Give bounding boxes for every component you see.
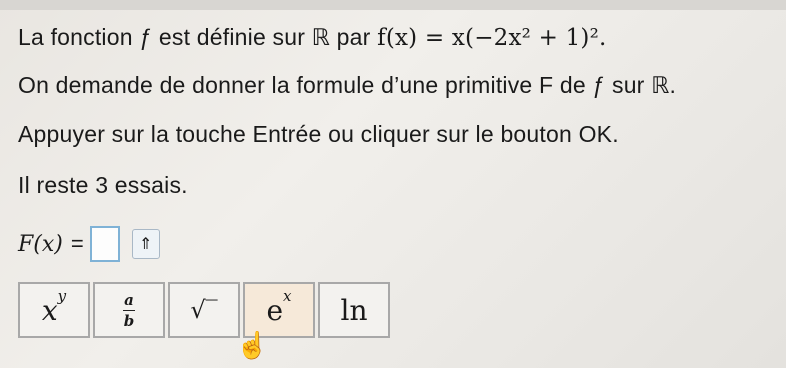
problem-line-1-text: La fonction ƒ est définie sur ℝ par [18,24,378,50]
power-exponent: y [57,287,67,305]
hand-cursor-icon: ☝ [236,330,269,360]
power-base: x [41,293,58,327]
problem-line-2: On demande de donner la formule d’une pr… [18,72,677,98]
exp-base: e [266,293,284,327]
ln-label: ln [340,293,368,327]
power-button[interactable]: xy [18,282,90,338]
attempts-remaining: Il reste 3 essais. [18,172,188,198]
sqrt-button[interactable]: √‾ [168,282,240,338]
answer-row: F(x) = ⇑ [18,224,160,264]
math-toolbar: xy a b √‾ ex ln [18,282,393,338]
answer-label: F(x) [18,231,63,257]
exp-exponent: x [283,287,292,305]
top-bar [0,0,786,10]
answer-input[interactable] [89,226,120,262]
ln-button[interactable]: ln [318,282,390,338]
function-formula: f(x) = x(−2x² + 1)². [377,25,607,51]
problem-line-1: La fonction ƒ est définie sur ℝ par f(x)… [18,24,607,51]
double-up-arrow-icon: ⇑ [139,236,153,253]
instruction-text: Appuyer sur la touche Entrée ou cliquer … [18,121,619,147]
equals-sign: = [70,231,84,256]
sqrt-icon: √‾ [190,296,218,324]
expand-toolbar-button[interactable]: ⇑ [131,229,160,259]
fraction-button[interactable]: a b [93,282,165,338]
fraction-icon: a b [123,290,135,330]
